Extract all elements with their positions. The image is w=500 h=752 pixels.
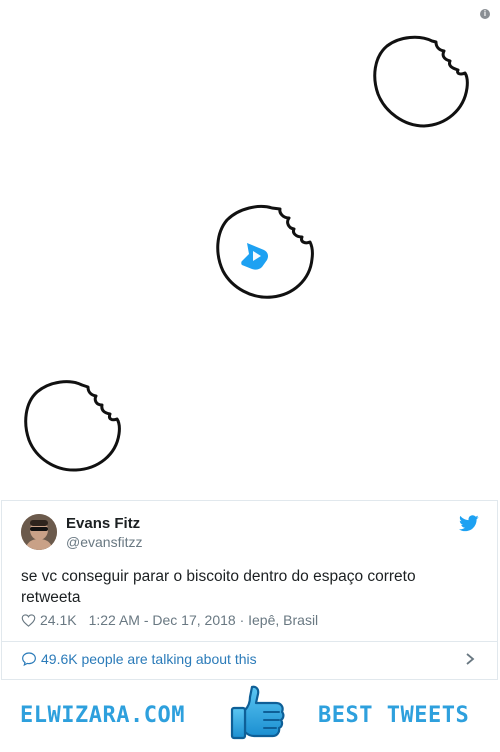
tweet-media[interactable]: i (0, 0, 500, 500)
tweet-meta: 24.1K 1:22 AM - Dec 17, 2018 · Iepê, Bra… (21, 612, 318, 628)
tweet-text: se vc conseguir parar o biscoito dentro … (21, 568, 416, 606)
conversation-count[interactable]: 49.6K people are talking about this (41, 651, 257, 667)
divider (2, 641, 497, 642)
conversation-link[interactable]: 49.6K people are talking about this (21, 651, 257, 667)
chevron-right-icon[interactable] (463, 652, 477, 666)
author-name[interactable]: Evans Fitz (66, 515, 140, 532)
cookie-icon (373, 35, 469, 128)
twitter-bird-icon[interactable] (459, 515, 479, 532)
like-count[interactable]: 24.1K (40, 612, 77, 628)
heart-icon[interactable] (21, 613, 36, 628)
author-handle[interactable]: @evansfitzz (66, 534, 142, 550)
info-icon[interactable]: i (480, 9, 490, 19)
speech-bubble-icon (22, 652, 36, 667)
tweet-timestamp[interactable]: 1:22 AM - Dec 17, 2018 · Iepê, Brasil (89, 612, 319, 628)
avatar-photo (21, 514, 57, 550)
cookie-icon (24, 380, 121, 472)
avatar[interactable] (21, 514, 57, 550)
best-tweets-label: BEST TWEETS (318, 703, 470, 728)
site-brand[interactable]: ELWIZARA.COM (20, 703, 185, 728)
thumbs-up-icon (230, 685, 285, 740)
play-icon[interactable] (238, 240, 270, 272)
